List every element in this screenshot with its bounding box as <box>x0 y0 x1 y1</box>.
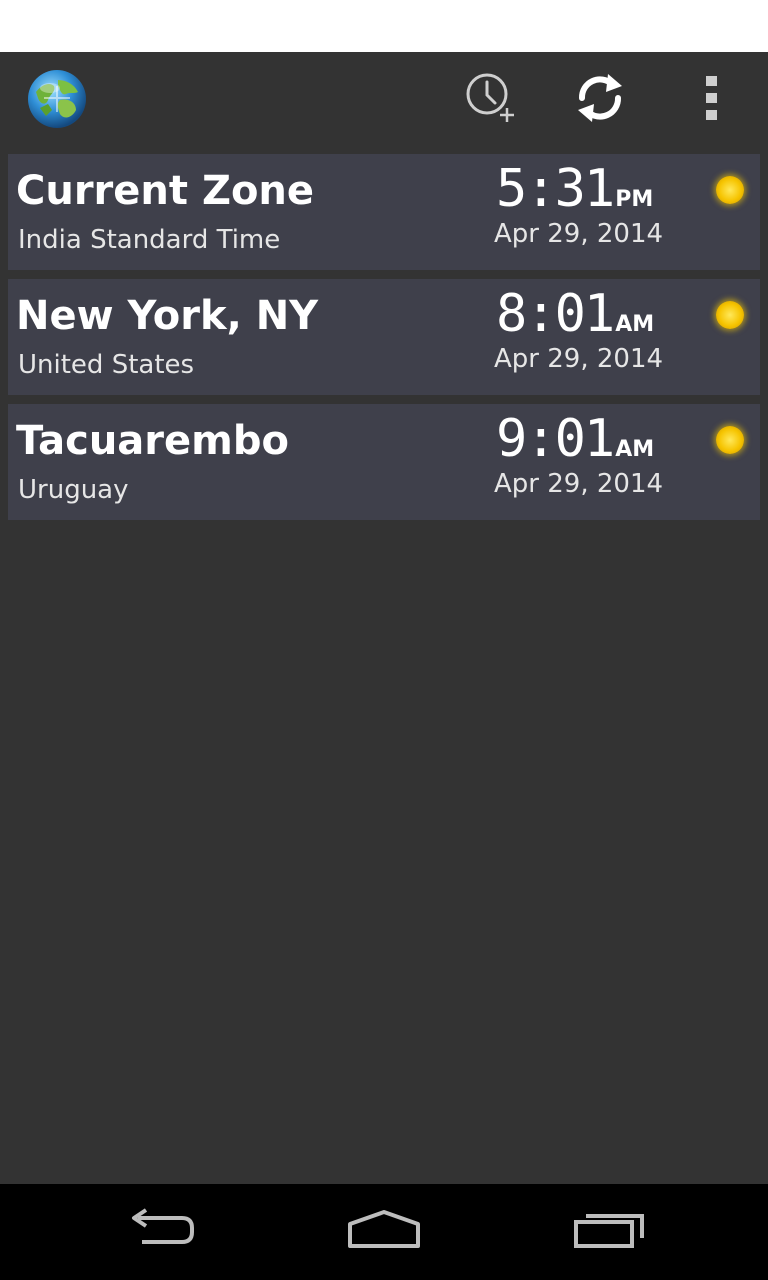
zone-card-new-york[interactable]: New York, NY United States 8:01AM Apr 29… <box>8 279 760 395</box>
globe-icon[interactable] <box>26 68 88 130</box>
overflow-menu-button[interactable] <box>682 70 742 130</box>
back-button[interactable] <box>112 1202 208 1262</box>
add-clock-button[interactable] <box>460 70 520 130</box>
zone-title: Current Zone <box>16 168 315 214</box>
refresh-icon <box>570 68 630 132</box>
zone-time-value: 8:01 <box>496 284 615 344</box>
zone-card-tacuarembo[interactable]: Tacuarembo Uruguay 9:01AM Apr 29, 2014 <box>8 404 760 520</box>
recents-button[interactable] <box>562 1202 658 1262</box>
zone-title: Tacuarembo <box>16 418 289 464</box>
zone-time-value: 5:31 <box>496 159 615 219</box>
zone-card-current[interactable]: Current Zone India Standard Time 5:31PM … <box>8 154 760 270</box>
zone-title: New York, NY <box>16 293 319 339</box>
zone-date: Apr 29, 2014 <box>494 469 664 499</box>
zone-time-ampm: AM <box>615 312 655 337</box>
home-icon <box>344 1208 424 1256</box>
zone-time: 9:01AM <box>496 409 655 470</box>
zone-list: Current Zone India Standard Time 5:31PM … <box>8 154 760 529</box>
sun-icon <box>716 301 744 329</box>
refresh-button[interactable] <box>570 70 630 130</box>
recents-icon <box>570 1208 650 1256</box>
zone-time-value: 9:01 <box>496 409 615 469</box>
zone-subtitle: India Standard Time <box>18 225 281 255</box>
back-icon <box>120 1208 200 1256</box>
home-button[interactable] <box>336 1202 432 1262</box>
zone-date: Apr 29, 2014 <box>494 344 664 374</box>
zone-time-ampm: AM <box>615 437 655 462</box>
status-bar <box>0 0 768 52</box>
zone-time-ampm: PM <box>615 187 654 212</box>
sun-icon <box>716 176 744 204</box>
sun-icon <box>716 426 744 454</box>
zone-date: Apr 29, 2014 <box>494 219 664 249</box>
zone-subtitle: Uruguay <box>18 475 129 505</box>
zone-time: 5:31PM <box>496 159 654 220</box>
navigation-bar <box>0 1184 768 1280</box>
action-bar <box>0 52 768 144</box>
zone-subtitle: United States <box>18 350 195 380</box>
clock-plus-icon <box>460 68 520 132</box>
zone-time: 8:01AM <box>496 284 655 345</box>
overflow-menu-icon <box>702 68 722 132</box>
